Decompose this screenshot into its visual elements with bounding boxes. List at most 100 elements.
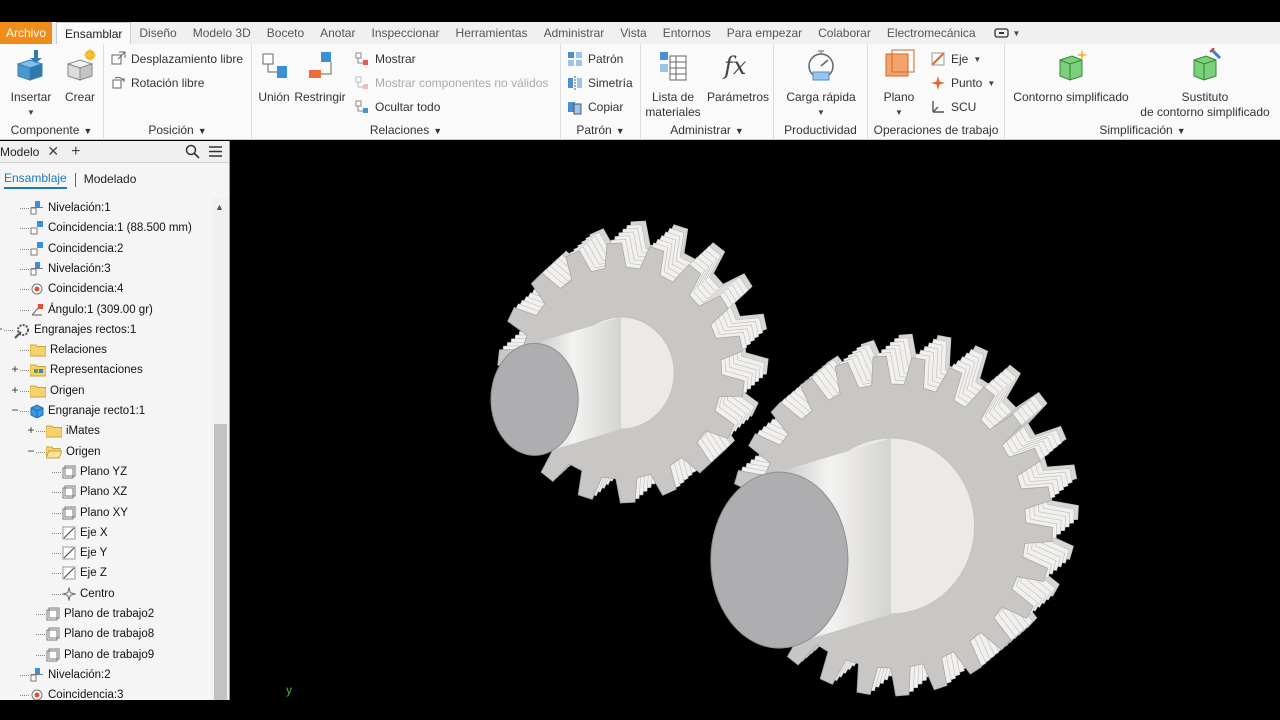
copiar-button[interactable]: Copiar [567,97,623,117]
insert-constraint-icon [30,282,44,296]
punto-button[interactable]: Punto ▼ [930,73,995,93]
tree-node[interactable]: + Origen [0,381,212,401]
scu-button[interactable]: SCU [930,97,976,117]
carga-rapida-button[interactable]: Carga rápida ▼ [784,48,858,120]
browser-title[interactable]: Modelo [0,145,39,159]
tab-electromecanica[interactable]: Electromecánica [879,22,984,44]
tree-connector [52,573,61,575]
tree-node[interactable]: Plano XY [0,503,212,523]
chevron-down-icon: ▼ [734,126,744,136]
free-rotate-icon [110,75,126,91]
expand-icon[interactable]: + [26,423,36,437]
tree-node[interactable]: Eje X [0,523,212,543]
tree-node[interactable]: Nivelación:3 [0,259,212,279]
contorno-simplificado-button[interactable]: Contorno simplificado [1009,48,1133,105]
collapse-icon[interactable]: − [10,403,20,417]
tree-connector [20,390,29,392]
tree-node[interactable]: Plano YZ [0,462,212,482]
tab-boceto[interactable]: Boceto [259,22,312,44]
add-browser-icon[interactable]: + [71,143,80,161]
tab-modelado[interactable]: Modelado [84,172,137,188]
insertar-button[interactable]: Insertar ▼ [8,48,54,120]
tree-node[interactable]: Plano de trabajo2 [0,604,212,624]
tab-diseno[interactable]: Diseño [131,22,184,44]
ocultar-todo-button[interactable]: Ocultar todo [354,97,440,117]
tab-para-empezar[interactable]: Para empezar [719,22,810,44]
scrollbar-thumb[interactable] [214,424,227,700]
group-title-posicion[interactable]: Posición ▼ [104,123,251,137]
tab-colaborar[interactable]: Colaborar [810,22,879,44]
group-title-relaciones[interactable]: Relaciones ▼ [252,123,560,137]
parametros-button[interactable]: fx Parámetros [705,48,771,105]
desplazamiento-libre-button[interactable]: Desplazamiento libre [110,49,243,69]
large-gear[interactable] [710,333,1079,697]
group-title-componente[interactable]: Componente ▼ [0,123,103,137]
tab-archivo[interactable]: Archivo [0,22,53,44]
group-title-simplificacion[interactable]: Simplificación ▼ [1005,123,1280,137]
tab-ensamblaje[interactable]: Ensamblaje [4,171,67,189]
tree-node[interactable]: Centro [0,584,212,604]
plano-button[interactable]: Plano ▼ [878,48,920,120]
expand-icon[interactable]: + [10,362,20,376]
collapse-icon[interactable]: − [0,322,4,336]
rotacion-libre-button[interactable]: Rotación libre [110,73,204,93]
tree-node[interactable]: + Representaciones [0,360,212,380]
union-label: Unión [258,90,290,104]
tab-inspeccionar[interactable]: Inspeccionar [363,22,447,44]
tree-node[interactable]: Coincidencia:2 [0,239,212,259]
group-title-patron[interactable]: Patrón ▼ [561,123,640,137]
mostrar-no-validos-button[interactable]: Mostrar componentes no válidos [354,73,548,93]
tree-node[interactable]: Eje Z [0,563,212,583]
restringir-button[interactable]: Restringir [294,48,346,105]
patron-button[interactable]: Patrón [567,49,623,69]
chevron-down-icon: ▼ [1012,28,1021,38]
menu-icon[interactable] [208,145,223,158]
tree-node[interactable]: Eje Y [0,543,212,563]
tree-node[interactable]: − Origen [0,442,212,462]
chevron-down-icon: ▼ [973,54,982,64]
tree-node[interactable]: − Engranajes rectos:1 [0,320,212,340]
tab-herramientas[interactable]: Herramientas [448,22,536,44]
crear-button[interactable]: Crear [60,48,100,105]
small-gear[interactable] [490,220,769,504]
tree-node[interactable]: Nivelación:1 [0,198,212,218]
simetria-button[interactable]: Simetría [567,73,633,93]
search-icon[interactable] [185,144,200,159]
ribbon-display-toggle[interactable]: ▼ [984,22,1031,44]
mostrar-button[interactable]: Mostrar [354,49,416,69]
tree-node[interactable]: Plano XZ [0,482,212,502]
eje-button[interactable]: Eje ▼ [930,49,981,69]
fx-parameters-icon: fx [721,48,755,84]
group-title-administrar[interactable]: Administrar ▼ [641,123,773,137]
tree-node[interactable]: Relaciones [0,340,212,360]
tree-node[interactable]: Coincidencia:3 [0,685,212,700]
tab-anotar[interactable]: Anotar [312,22,363,44]
tab-ensamblar[interactable]: Ensamblar [56,22,132,44]
tree-node[interactable]: − Engranaje recto1:1 [0,401,212,421]
sustituto-button[interactable]: Sustituto de contorno simplificado [1135,47,1275,120]
tree-node[interactable]: Plano de trabajo8 [0,624,212,644]
tab-administrar[interactable]: Administrar [536,22,613,44]
folder-icon [45,424,63,438]
tab-entornos[interactable]: Entornos [655,22,719,44]
union-button[interactable]: Unión [256,48,292,105]
tree-node[interactable]: Nivelación:2 [0,665,212,685]
tree-node[interactable]: Coincidencia:4 [0,279,212,299]
lista-line1-label: Lista de [651,90,695,104]
tree-node[interactable]: Plano de trabajo9 [0,645,212,665]
tree-node[interactable]: + iMates [0,421,212,441]
graphics-viewport[interactable]: y [231,141,1280,700]
close-icon[interactable]: ✕ [47,143,59,160]
spur-gears-model[interactable] [231,141,1280,700]
lista-materiales-button[interactable]: Lista de materiales [645,48,701,120]
tab-modelo-3d[interactable]: Modelo 3D [185,22,259,44]
sustituto-line2-label: de contorno simplificado [1140,105,1270,119]
tree-node[interactable]: Ángulo:1 (309.00 gr) [0,300,212,320]
chevron-up-icon[interactable]: ▲ [215,202,224,212]
tab-vista[interactable]: Vista [612,22,654,44]
tree-node[interactable]: Coincidencia:1 (88.500 mm) [0,218,212,238]
collapse-icon[interactable]: − [26,444,36,458]
expand-icon[interactable]: + [10,383,20,397]
tree-connector [36,634,45,636]
browser-scrollbar[interactable]: ▲ [212,198,229,700]
